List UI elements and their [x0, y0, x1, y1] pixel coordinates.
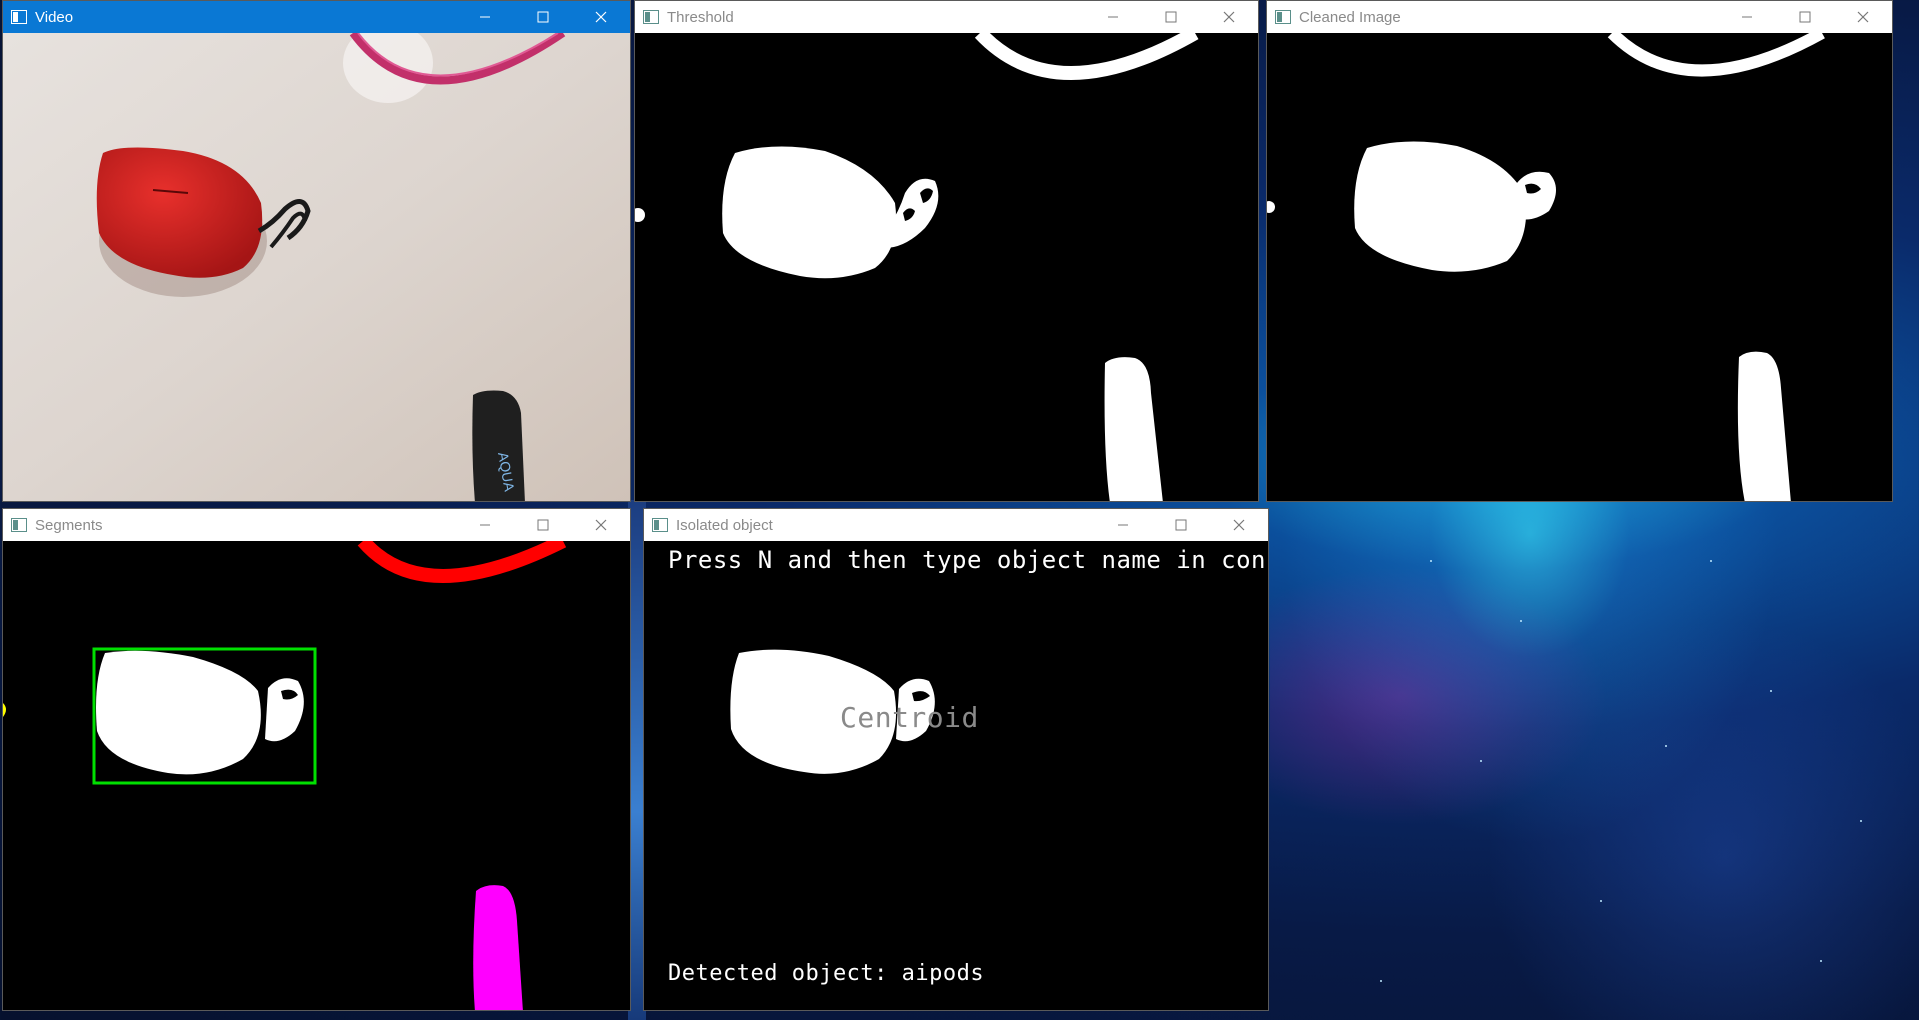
- video-titlebar[interactable]: Video: [3, 1, 630, 33]
- window-title: Isolated object: [676, 516, 773, 534]
- segments-image: [3, 541, 630, 1010]
- video-window[interactable]: Video AQUA: [2, 0, 631, 502]
- minimize-icon[interactable]: [1718, 1, 1776, 33]
- close-icon[interactable]: [572, 509, 630, 541]
- wallpaper-star: [1480, 760, 1482, 762]
- wallpaper-star: [1665, 745, 1667, 747]
- window-app-icon: [643, 10, 659, 24]
- window-title: Video: [35, 8, 74, 26]
- threshold-mask-image: [635, 33, 1258, 501]
- isolated-object-window[interactable]: Isolated object Press N and then type ob…: [643, 508, 1269, 1011]
- maximize-icon[interactable]: [1142, 1, 1200, 33]
- camera-frame-image: AQUA: [3, 33, 630, 501]
- video-frame: AQUA: [3, 33, 630, 501]
- isolated-titlebar[interactable]: Isolated object: [644, 509, 1268, 541]
- wallpaper-star: [1430, 560, 1432, 562]
- minimize-icon[interactable]: [456, 1, 514, 33]
- window-app-icon: [652, 518, 668, 532]
- threshold-titlebar[interactable]: Threshold: [635, 1, 1258, 33]
- isolated-object-image: [644, 541, 1268, 1010]
- maximize-icon[interactable]: [514, 1, 572, 33]
- close-icon[interactable]: [1200, 1, 1258, 33]
- segments-frame: [3, 541, 630, 1010]
- wallpaper-star: [1860, 820, 1862, 822]
- threshold-frame: [635, 33, 1258, 501]
- window-app-icon: [1275, 10, 1291, 24]
- maximize-icon[interactable]: [1776, 1, 1834, 33]
- maximize-icon[interactable]: [514, 509, 572, 541]
- cleaned-frame: [1267, 33, 1892, 501]
- wallpaper-star: [1710, 560, 1712, 562]
- instruction-text: Press N and then type object name in con…: [668, 546, 1268, 574]
- window-title: Segments: [35, 516, 103, 534]
- wallpaper-star: [1600, 900, 1602, 902]
- close-icon[interactable]: [1834, 1, 1892, 33]
- isolated-frame: Press N and then type object name in con…: [644, 541, 1268, 1010]
- close-icon[interactable]: [572, 1, 630, 33]
- desktop-wallpaper: [1270, 480, 1919, 1020]
- segments-titlebar[interactable]: Segments: [3, 509, 630, 541]
- threshold-window[interactable]: Threshold: [634, 0, 1259, 502]
- window-title: Cleaned Image: [1299, 8, 1401, 26]
- window-app-icon: [11, 518, 27, 532]
- wallpaper-star: [1820, 960, 1822, 962]
- minimize-icon[interactable]: [1084, 1, 1142, 33]
- cleaned-image-window[interactable]: Cleaned Image: [1266, 0, 1893, 502]
- minimize-icon[interactable]: [1094, 509, 1152, 541]
- close-icon[interactable]: [1210, 509, 1268, 541]
- wallpaper-star: [1380, 980, 1382, 982]
- detected-object-text: Detected object: aipods: [668, 961, 985, 986]
- maximize-icon[interactable]: [1152, 509, 1210, 541]
- window-app-icon: [11, 10, 27, 24]
- wallpaper-star: [1770, 690, 1772, 692]
- centroid-label: Centroid: [840, 701, 979, 734]
- window-title: Threshold: [667, 8, 734, 26]
- wallpaper-star: [1520, 620, 1522, 622]
- cleaned-titlebar[interactable]: Cleaned Image: [1267, 1, 1892, 33]
- segments-window[interactable]: Segments: [2, 508, 631, 1011]
- cleaned-mask-image: [1267, 33, 1892, 501]
- minimize-icon[interactable]: [456, 509, 514, 541]
